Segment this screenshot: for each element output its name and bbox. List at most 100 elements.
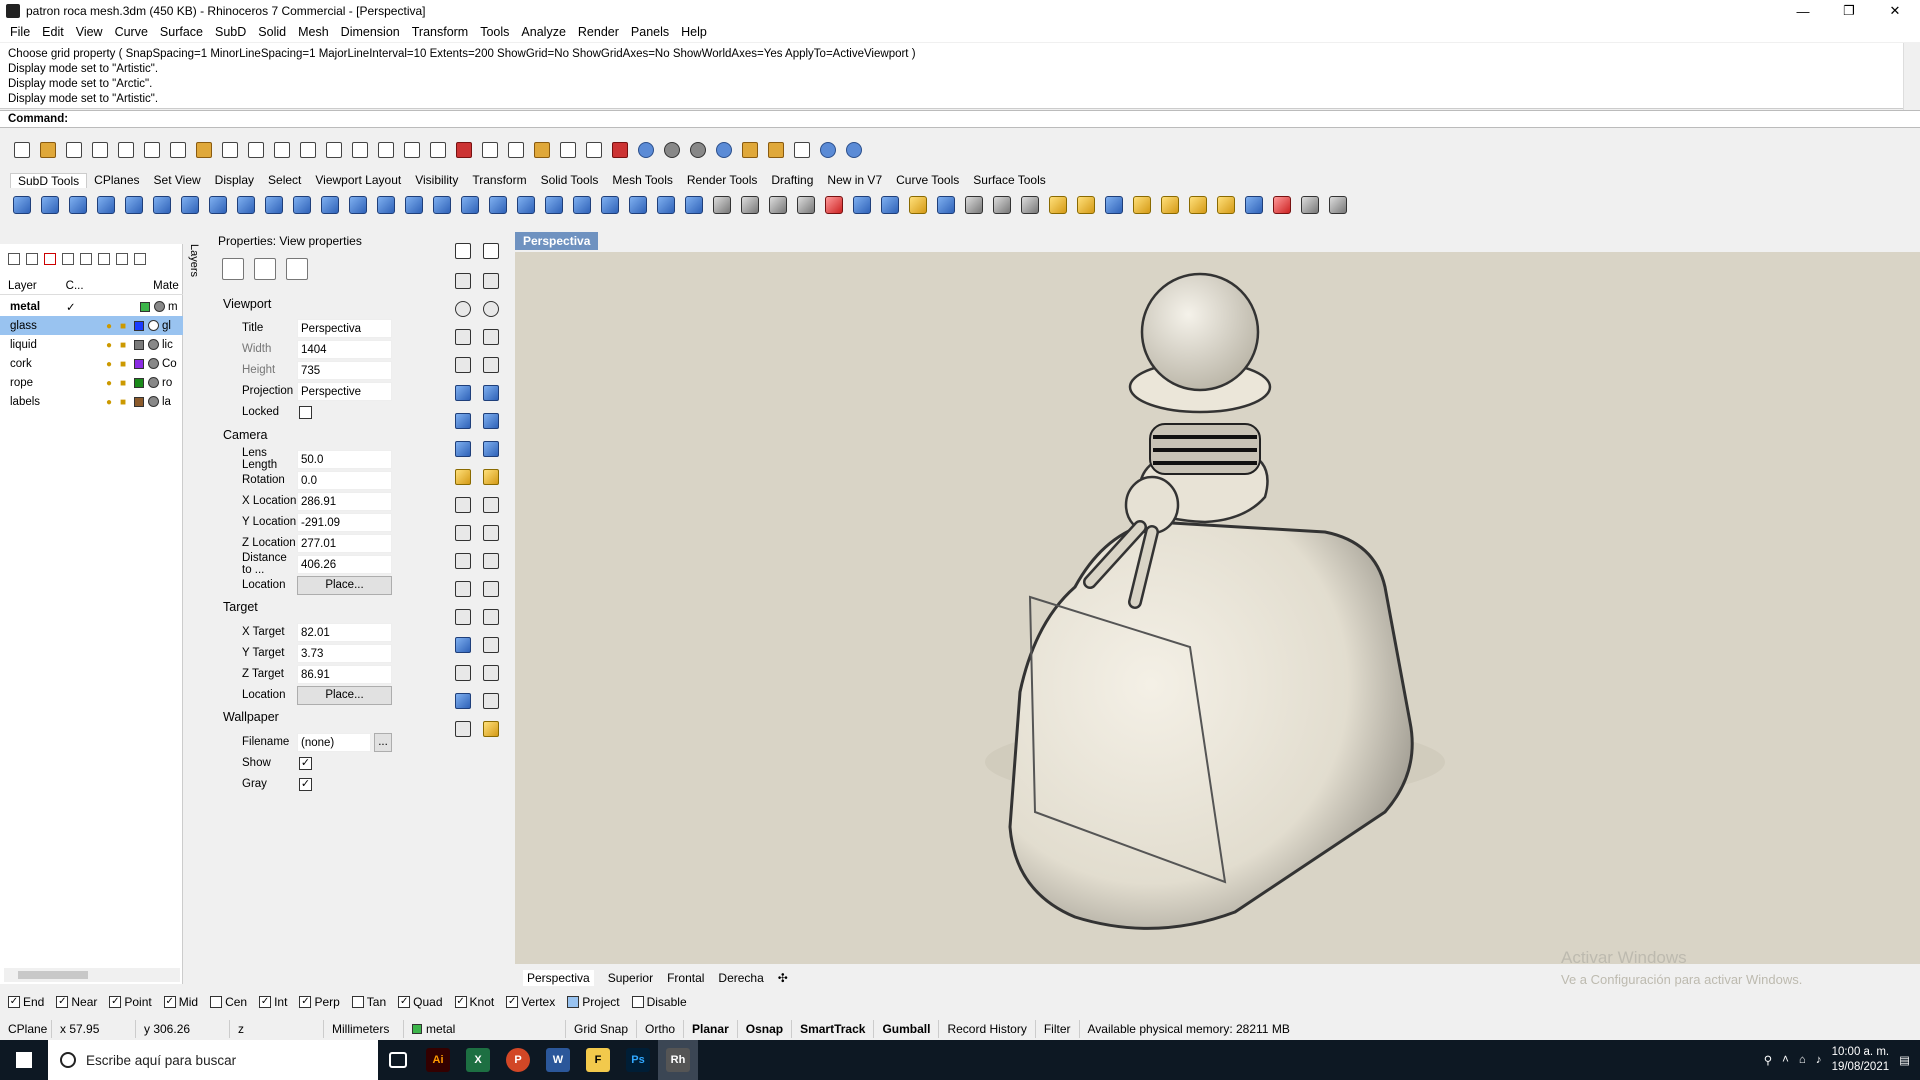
tab-cplanes[interactable]: CPlanes [87, 173, 146, 187]
units[interactable]: Millimeters [324, 1020, 404, 1038]
x-target-field[interactable]: 82.01 [297, 622, 392, 642]
subd-reflect-icon[interactable] [1074, 193, 1098, 217]
lock-icon[interactable] [582, 138, 606, 162]
grid-icon[interactable] [478, 138, 502, 162]
lightbulb-icon[interactable]: ● [106, 397, 114, 408]
material-icon[interactable] [148, 377, 159, 388]
subd-smooth-icon[interactable] [1046, 193, 1070, 217]
material-icon[interactable] [148, 358, 159, 369]
explode-icon[interactable] [452, 466, 474, 488]
tab-select[interactable]: Select [261, 173, 308, 187]
subd-select-icon[interactable] [990, 193, 1014, 217]
subd-mesh-icon[interactable] [654, 193, 678, 217]
distance-field[interactable]: 406.26 [297, 554, 392, 574]
check-icon[interactable] [480, 690, 502, 712]
copy-icon[interactable] [166, 138, 190, 162]
tab-derecha[interactable]: Derecha [718, 971, 763, 985]
rotate-view-icon[interactable] [270, 138, 294, 162]
lock-icon[interactable]: ■ [120, 359, 128, 370]
osnap-icon[interactable] [504, 138, 528, 162]
material-icon[interactable] [148, 320, 159, 331]
lock-icon[interactable]: ■ [120, 397, 128, 408]
add-viewport-icon[interactable]: ✣ [778, 971, 788, 985]
y-location-field[interactable]: -291.09 [297, 512, 392, 532]
layer-color-swatch[interactable] [134, 320, 144, 331]
cylinder-icon[interactable] [452, 438, 474, 460]
menu-subd[interactable]: SubD [209, 25, 252, 39]
current-layer[interactable]: metal [404, 1020, 566, 1038]
color-wheel-icon[interactable] [634, 138, 658, 162]
help-icon[interactable] [842, 138, 866, 162]
material-icon[interactable] [148, 339, 159, 350]
lightbulb-icon[interactable]: ● [106, 340, 114, 351]
layer-color-swatch[interactable] [134, 339, 144, 350]
tab-display[interactable]: Display [208, 173, 261, 187]
array-icon[interactable] [452, 662, 474, 684]
subd-grid-icon[interactable] [682, 193, 706, 217]
subd-box-icon[interactable] [38, 193, 62, 217]
command-prompt[interactable]: Command: [0, 110, 1920, 128]
cplane-indicator[interactable]: CPlane [0, 1020, 52, 1038]
osnap-near[interactable]: ✓ Near [56, 995, 97, 1009]
osnap-end[interactable]: ✓ End [8, 995, 44, 1009]
target-place-button[interactable]: Place... [297, 685, 392, 705]
tab-drafting[interactable]: Drafting [764, 173, 820, 187]
layer-row-rope[interactable]: rope ● ■ ro [0, 373, 183, 392]
title-field[interactable]: Perspectiva [297, 318, 392, 338]
save-icon[interactable] [62, 138, 86, 162]
layer-row-cork[interactable]: cork ● ■ Co [0, 354, 183, 373]
subd-sphere-icon[interactable] [10, 193, 34, 217]
tab-solid-tools[interactable]: Solid Tools [534, 173, 606, 187]
menu-tools[interactable]: Tools [474, 25, 515, 39]
maximize-button[interactable]: ❐ [1826, 0, 1872, 22]
header-layer[interactable]: Layer [0, 280, 66, 292]
subd-loft-icon[interactable] [290, 193, 314, 217]
move-icon[interactable] [452, 550, 474, 572]
layer-options-icon[interactable] [134, 253, 146, 265]
subd-ring-icon[interactable] [262, 193, 286, 217]
tab-render-tools[interactable]: Render Tools [680, 173, 765, 187]
material-icon[interactable] [148, 396, 159, 407]
menu-dimension[interactable]: Dimension [335, 25, 406, 39]
block-icon[interactable] [452, 634, 474, 656]
cut-icon[interactable] [140, 138, 164, 162]
osnap-perp[interactable]: ✓ Perp [299, 995, 340, 1009]
rectangle-icon[interactable] [480, 326, 502, 348]
close-button[interactable]: ✕ [1872, 0, 1918, 22]
new-sublayer-icon[interactable] [26, 253, 38, 265]
text-icon[interactable] [452, 578, 474, 600]
show-checkbox[interactable]: ✓ [299, 756, 312, 770]
subd-properties-icon[interactable] [962, 193, 986, 217]
select-arrow-icon[interactable] [452, 240, 474, 262]
lens-length-field[interactable]: 50.0 [297, 449, 392, 469]
scale-icon[interactable] [452, 606, 474, 628]
cplane-icon[interactable] [452, 138, 476, 162]
lightbulb-icon[interactable]: ● [106, 378, 114, 389]
curve-icon[interactable] [480, 270, 502, 292]
subd-pyramid-icon[interactable] [94, 193, 118, 217]
subd-bridge-icon[interactable] [430, 193, 454, 217]
z-target-field[interactable]: 86.91 [297, 664, 392, 684]
layer-row-metal[interactable]: metal ✓ m [0, 297, 183, 316]
join-icon[interactable] [480, 466, 502, 488]
subd-cone-icon[interactable] [66, 193, 90, 217]
subd-diagnostics-icon[interactable] [822, 193, 846, 217]
boolean-icon[interactable] [480, 410, 502, 432]
layer-row-liquid[interactable]: liquid ● ■ lic [0, 335, 183, 354]
menu-analyze[interactable]: Analyze [515, 25, 571, 39]
tab-curve-tools[interactable]: Curve Tools [889, 173, 966, 187]
projection-dropdown[interactable]: Perspective [297, 381, 392, 401]
open-file-icon[interactable] [36, 138, 60, 162]
menu-mesh[interactable]: Mesh [292, 25, 335, 39]
photoshop-app[interactable]: Ps [618, 1040, 658, 1080]
word-app[interactable]: W [538, 1040, 578, 1080]
subd-ball-icon[interactable] [150, 193, 174, 217]
perspective-viewport[interactable] [515, 252, 1920, 964]
tab-set-view[interactable]: Set View [147, 173, 208, 187]
osnap-disable[interactable]: Disable [631, 995, 687, 1009]
subd-remove-icon[interactable] [1270, 193, 1294, 217]
menu-curve[interactable]: Curve [109, 25, 154, 39]
tab-visibility[interactable]: Visibility [408, 173, 465, 187]
rendered-icon[interactable] [686, 138, 710, 162]
subd-torus-icon[interactable] [206, 193, 230, 217]
